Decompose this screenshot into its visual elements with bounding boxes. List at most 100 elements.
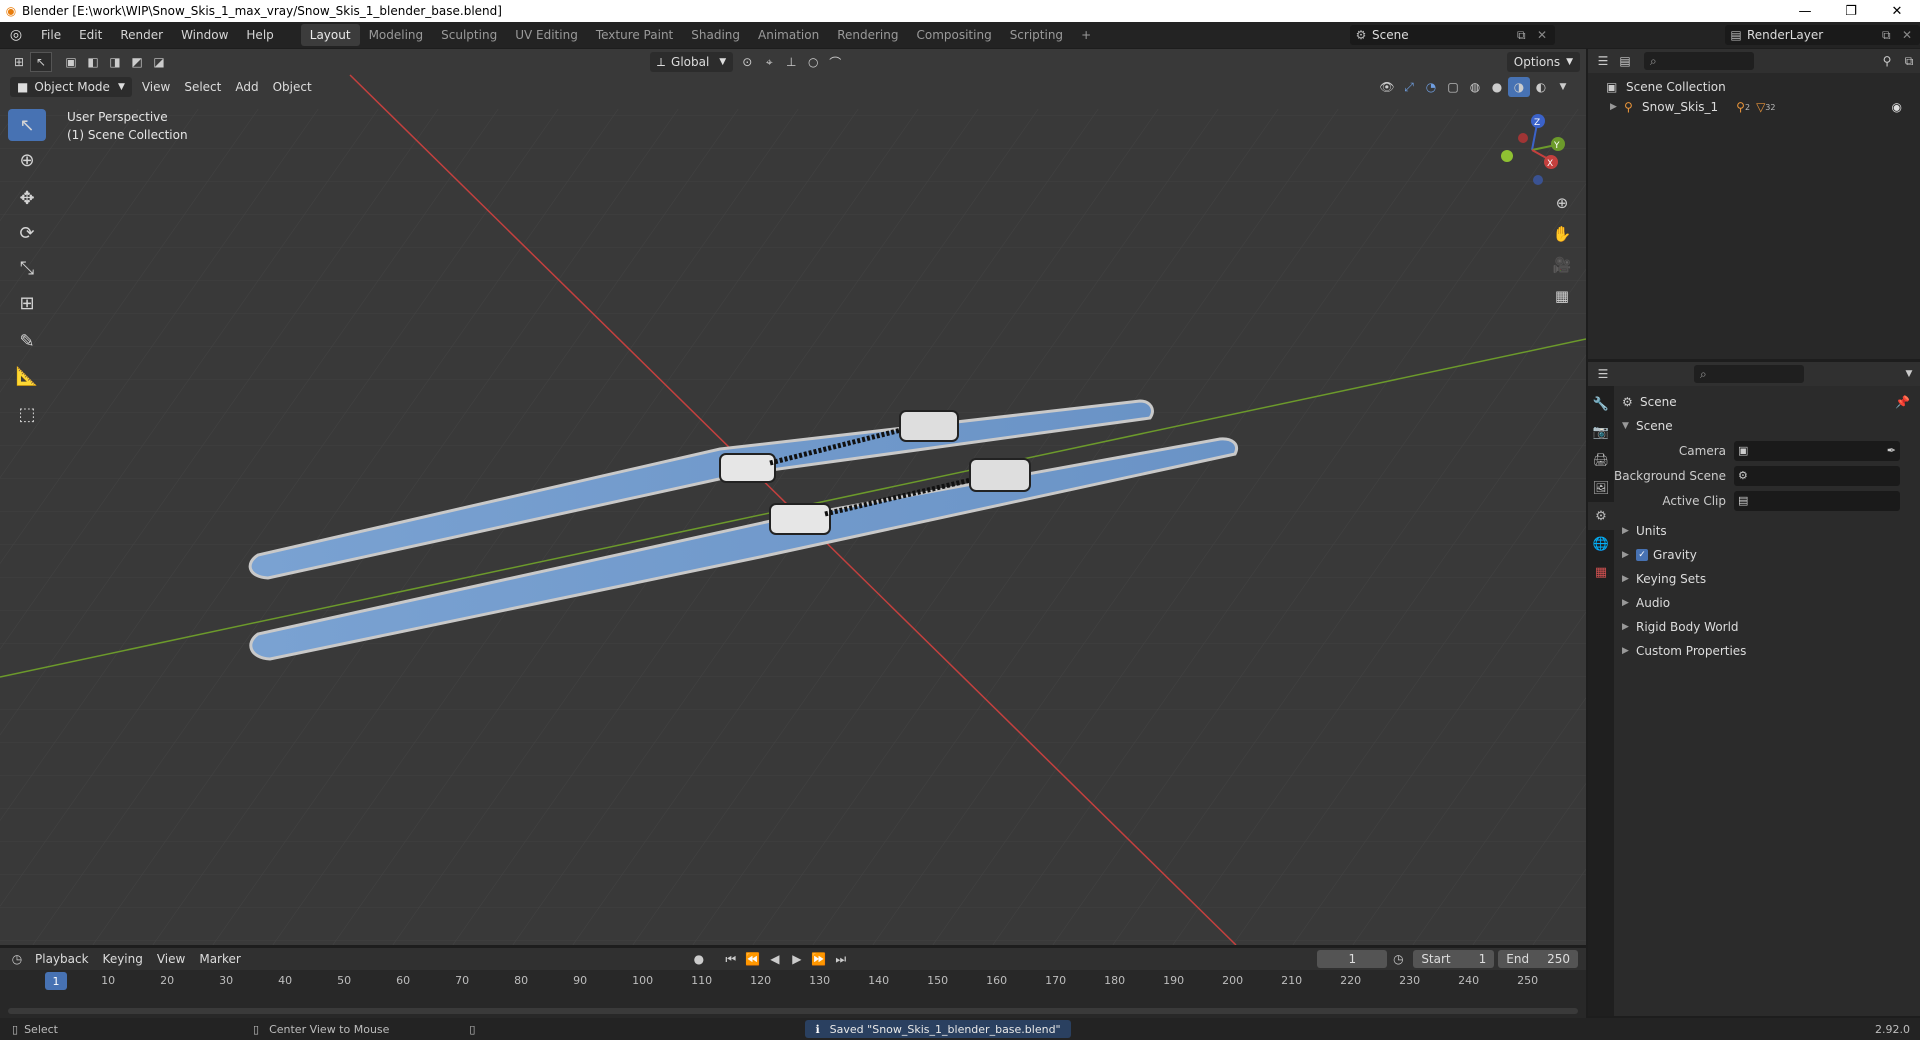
remove-scene-icon[interactable]: ✕ — [1537, 28, 1555, 42]
menu-help[interactable]: Help — [237, 28, 282, 42]
add-workspace-button[interactable]: + — [1072, 24, 1100, 46]
display-mode-icon[interactable]: ▤ — [1614, 51, 1636, 71]
falloff-icon[interactable]: ⌒ — [824, 52, 846, 72]
3d-viewport[interactable]: Z Y X ⊞ ↖ ▣ ◧ ◨ ◩ ◪ ⟂ Global ▼ ⊙ ⌖ ⊥ ○ ⌒… — [0, 49, 1586, 945]
play-reverse-icon[interactable]: ◀ — [764, 949, 786, 969]
view-layer-selector[interactable]: ▤ RenderLayer ⧉ ✕ — [1725, 25, 1920, 45]
scene-tab-icon[interactable]: ⚙ — [1588, 502, 1614, 530]
texture-tab-icon[interactable]: ▦ — [1588, 558, 1614, 586]
restore-button[interactable]: ❐ — [1828, 0, 1874, 22]
rotate-tool-icon[interactable]: ⟳ — [8, 217, 46, 249]
move-tool-icon[interactable]: ✥ — [8, 182, 46, 214]
shading-options-icon[interactable]: ▼ — [1552, 77, 1574, 97]
units-section[interactable]: ▶ Units — [1614, 519, 1920, 543]
object-mode-dropdown[interactable]: ■ Object Mode ▼ — [10, 77, 132, 97]
overlay-toggle-icon[interactable]: ◔ — [1420, 77, 1442, 97]
timeline-ruler[interactable]: 1 10 20 30 40 50 60 70 80 90 100 110 120 130 140 150 160… — [8, 972, 1578, 994]
tab-sculpting[interactable]: Sculpting — [432, 24, 506, 46]
jump-keyframe-back-icon[interactable]: ⏪ — [742, 949, 764, 969]
keying-sets-section[interactable]: ▶ Keying Sets — [1614, 567, 1920, 591]
viewport-menu-object[interactable]: Object — [266, 80, 319, 94]
menu-edit[interactable]: Edit — [70, 28, 111, 42]
jump-keyframe-forward-icon[interactable]: ⏩ — [808, 949, 830, 969]
select-tool-icon[interactable]: ↖ — [30, 52, 52, 72]
play-icon[interactable]: ▶ — [786, 949, 808, 969]
timeline-editor-type-icon[interactable]: ◷ — [6, 949, 28, 969]
tool-tab-icon[interactable]: 🔧 — [1588, 390, 1614, 418]
material-shading-icon[interactable]: ◑ — [1508, 77, 1530, 97]
tab-rendering[interactable]: Rendering — [828, 24, 907, 46]
pivot-point-icon[interactable]: ⊙ — [736, 52, 758, 72]
expand-arrow-icon[interactable]: ▶ — [1610, 102, 1624, 112]
editor-type-icon[interactable]: ⊞ — [8, 52, 30, 72]
timeline-menu-keying[interactable]: Keying — [96, 952, 150, 966]
tab-scripting[interactable]: Scripting — [1001, 24, 1072, 46]
stopwatch-icon[interactable]: ◷ — [1387, 949, 1409, 969]
camera-view-icon[interactable]: 🎥 — [1548, 251, 1576, 279]
gravity-checkbox[interactable]: ✓ — [1636, 549, 1648, 561]
blender-menu-icon[interactable]: ◎ — [0, 27, 32, 43]
solid-shading-icon[interactable]: ● — [1486, 77, 1508, 97]
add-cube-tool-icon[interactable]: ⬚ — [8, 398, 46, 430]
viewport-menu-view[interactable]: View — [135, 80, 177, 94]
jump-start-icon[interactable]: ⏮ — [720, 949, 742, 969]
close-button[interactable]: ✕ — [1874, 0, 1920, 22]
transform-orientation-dropdown[interactable]: ⟂ Global ▼ — [650, 52, 734, 72]
scene-selector[interactable]: ⚙ Scene ⧉ ✕ — [1350, 25, 1555, 45]
new-collection-icon[interactable]: ⧉ — [1898, 51, 1920, 71]
tab-modeling[interactable]: Modeling — [360, 24, 433, 46]
viewport-menu-select[interactable]: Select — [177, 80, 228, 94]
cursor-tool-icon[interactable]: ⊕ — [8, 144, 46, 176]
tab-layout[interactable]: Layout — [300, 24, 360, 46]
custom-properties-section[interactable]: ▶ Custom Properties — [1614, 639, 1920, 663]
outliner-object-row[interactable]: ▶ ⚲ Snow_Skis_1 ⚲ 2 ▽ 32 ◉ — [1606, 97, 1916, 117]
tab-uv-editing[interactable]: UV Editing — [506, 24, 587, 46]
ortho-toggle-icon[interactable]: ▦ — [1548, 282, 1576, 310]
rigid-body-world-section[interactable]: ▶ Rigid Body World — [1614, 615, 1920, 639]
viewport-menu-add[interactable]: Add — [228, 80, 265, 94]
audio-section[interactable]: ▶ Audio — [1614, 591, 1920, 615]
camera-field[interactable]: ▣ ✒ — [1734, 440, 1900, 461]
outliner-editor-type-icon[interactable]: ☰ — [1592, 51, 1614, 71]
gravity-section[interactable]: ▶ ✓ Gravity — [1614, 543, 1920, 567]
viewport-scene[interactable]: Z Y X — [0, 49, 1586, 945]
view-layer-tab-icon[interactable]: 🖼 — [1588, 474, 1614, 502]
menu-window[interactable]: Window — [172, 28, 237, 42]
filter-icon[interactable]: ⚲ — [1876, 51, 1898, 71]
active-clip-field[interactable]: ▤ — [1734, 490, 1900, 511]
timeline-menu-playback[interactable]: Playback — [28, 952, 96, 966]
pan-hand-icon[interactable]: ✋ — [1548, 220, 1576, 248]
properties-editor-type-icon[interactable]: ☰ — [1592, 364, 1614, 384]
outliner-search-input[interactable]: ⌕ — [1644, 52, 1754, 70]
timeline-scrollbar[interactable] — [8, 1008, 1578, 1014]
visibility-icon[interactable]: 👁 — [1376, 77, 1398, 97]
render-tab-icon[interactable]: 📷 — [1588, 418, 1614, 446]
timeline-menu-view[interactable]: View — [150, 952, 192, 966]
outliner-scene-collection[interactable]: ▣ Scene Collection — [1606, 77, 1916, 97]
options-dropdown[interactable]: Options ▼ — [1506, 52, 1580, 72]
properties-options-icon[interactable]: ▼ — [1898, 364, 1920, 384]
new-scene-icon[interactable]: ⧉ — [1517, 28, 1537, 43]
select-invert-mode-icon[interactable]: ◩ — [126, 52, 148, 72]
record-icon[interactable]: ● — [688, 949, 710, 969]
proportional-edit-icon[interactable]: ○ — [802, 52, 824, 72]
start-frame-field[interactable]: Start 1 — [1413, 950, 1495, 968]
tab-shading[interactable]: Shading — [682, 24, 749, 46]
output-tab-icon[interactable]: 🖨 — [1588, 446, 1614, 474]
minimize-button[interactable]: — — [1782, 0, 1828, 22]
select-intersect-mode-icon[interactable]: ◪ — [148, 52, 170, 72]
scale-tool-icon[interactable]: ⤡ — [8, 252, 46, 284]
timeline-menu-marker[interactable]: Marker — [192, 952, 247, 966]
tab-texture-paint[interactable]: Texture Paint — [587, 24, 682, 46]
current-frame-field[interactable]: 1 — [1317, 950, 1388, 968]
world-tab-icon[interactable]: 🌐 — [1588, 530, 1614, 558]
pin-icon[interactable]: 📌 — [1895, 395, 1910, 409]
menu-file[interactable]: File — [32, 28, 70, 42]
eye-visibility-icon[interactable]: ◉ — [1892, 100, 1902, 114]
end-frame-field[interactable]: End 250 — [1498, 950, 1578, 968]
annotate-tool-icon[interactable]: ✎ — [8, 325, 46, 357]
menu-render[interactable]: Render — [111, 28, 172, 42]
xray-toggle-icon[interactable]: ▢ — [1442, 77, 1464, 97]
snap-target-icon[interactable]: ⊥ — [780, 52, 802, 72]
select-box-tool-icon[interactable]: ↖ — [8, 109, 46, 141]
